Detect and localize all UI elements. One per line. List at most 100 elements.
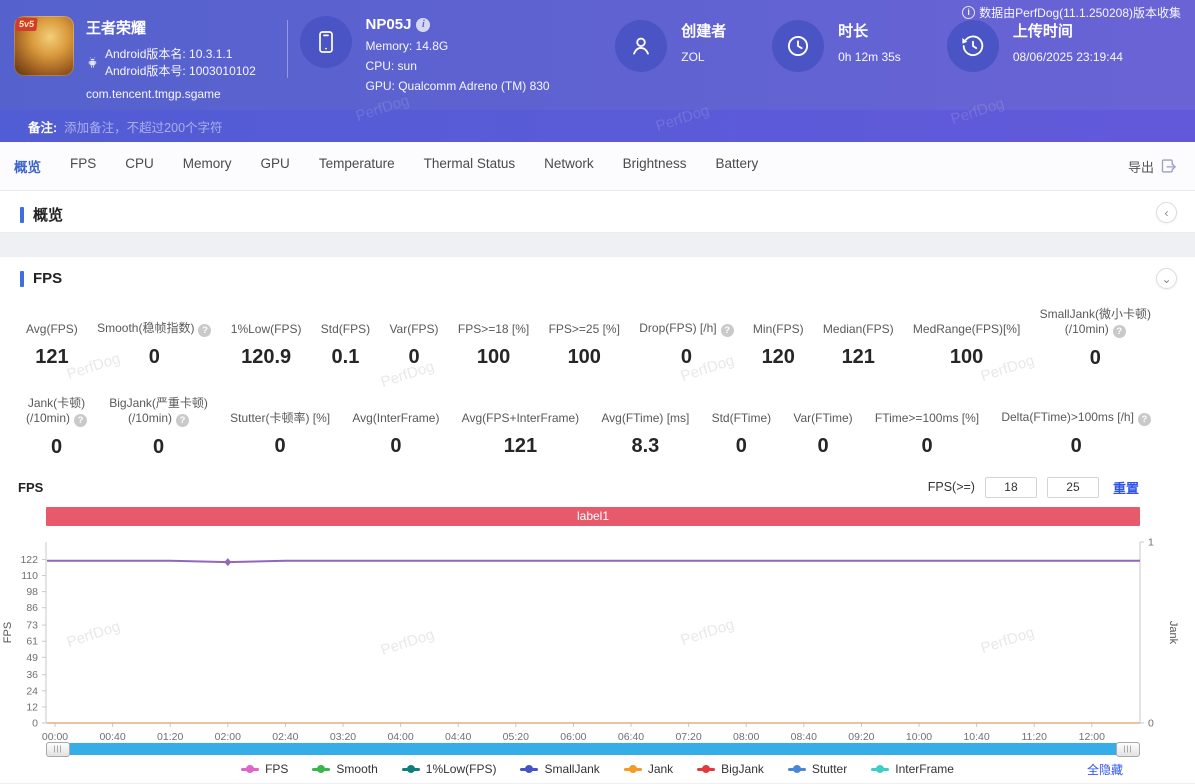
tab-Temperature[interactable]: Temperature	[319, 156, 395, 176]
scrollbar-track[interactable]	[46, 743, 1140, 755]
scrollbar-left-handle[interactable]	[46, 742, 70, 757]
svg-text:1: 1	[1148, 537, 1154, 549]
fps-threshold-input-2[interactable]	[1046, 476, 1099, 498]
stat-label: Median(FPS)	[822, 322, 894, 336]
svg-text:24: 24	[26, 685, 38, 697]
device-info-icon[interactable]: i	[416, 17, 431, 32]
stat-label: FPS>=25 [%]	[548, 322, 620, 336]
help-icon[interactable]: ?	[198, 324, 212, 337]
stat-label: 1%Low(FPS)	[230, 322, 302, 336]
stat-value: 0	[1070, 435, 1082, 457]
stat-label: Min(FPS)	[752, 322, 804, 336]
tab-概览[interactable]: 概览	[14, 156, 41, 176]
svg-text:06:00: 06:00	[560, 731, 586, 740]
phone-icon	[299, 16, 352, 68]
legend-BigJank[interactable]: BigJank	[697, 762, 764, 776]
reset-button[interactable]: 重置	[1113, 478, 1139, 497]
stat-label: Delta(FTime)>100ms [/h]?	[1001, 396, 1151, 426]
legend-InterFrame[interactable]: InterFrame	[871, 762, 954, 776]
tab-CPU[interactable]: CPU	[125, 156, 154, 176]
stat-value: 120.9	[241, 346, 292, 368]
device-memory: Memory: 14.8G	[365, 39, 449, 53]
stat-label: FPS>=18 [%]	[457, 322, 530, 336]
legend-marker	[520, 765, 539, 773]
stat-value: 100	[567, 346, 601, 368]
svg-text:10:40: 10:40	[963, 731, 989, 740]
stat-value: 0	[817, 435, 829, 457]
chart-label1-bar[interactable]: label1	[46, 507, 1140, 526]
note-input[interactable]: 备注: 添加备注，不超过200个字符	[0, 110, 1195, 142]
legend-label: Stutter	[811, 762, 848, 776]
svg-text:0: 0	[32, 718, 38, 730]
help-icon[interactable]: ?	[176, 414, 190, 427]
stat-item: Var(FTime) 0	[793, 396, 852, 459]
svg-text:02:00: 02:00	[215, 731, 241, 740]
svg-text:86: 86	[26, 602, 38, 614]
tab-Brightness[interactable]: Brightness	[623, 156, 687, 176]
legend-label: InterFrame	[895, 762, 954, 776]
legend-marker	[697, 765, 716, 773]
svg-text:11:20: 11:20	[1021, 731, 1047, 740]
stat-item: Min(FPS) 120	[753, 307, 804, 370]
stat-item: Avg(InterFrame) 0	[352, 396, 439, 459]
stat-value: 0	[1089, 347, 1101, 369]
help-icon[interactable]: ?	[74, 414, 88, 427]
game-app-icon: 5v5	[14, 16, 74, 76]
tab-Battery[interactable]: Battery	[715, 156, 758, 176]
legend-1%Low(FPS)[interactable]: 1%Low(FPS)	[401, 762, 497, 776]
svg-text:12: 12	[26, 701, 38, 713]
stat-value: 0	[408, 346, 420, 368]
section-gap	[0, 233, 1195, 257]
collapse-overview-button[interactable]: ‹	[1156, 202, 1177, 223]
stat-value: 0	[390, 435, 402, 457]
tab-FPS[interactable]: FPS	[70, 156, 96, 176]
fps-threshold-input-1[interactable]	[984, 476, 1037, 498]
stat-item: Jank(卡顿) (/10min)? 0	[26, 396, 88, 459]
legend-label: 1%Low(FPS)	[425, 762, 497, 776]
collect-note-text: 数据由PerfDog(11.1.250208)版本收集	[979, 6, 1181, 20]
svg-text:Jank: Jank	[1167, 621, 1179, 645]
tab-Memory[interactable]: Memory	[183, 156, 232, 176]
stat-value: 121	[503, 435, 538, 457]
svg-text:04:00: 04:00	[387, 731, 413, 740]
svg-text:73: 73	[26, 620, 38, 632]
duration-clock-icon	[772, 20, 825, 72]
stat-label: Avg(FPS)	[26, 322, 78, 336]
help-icon[interactable]: ?	[1112, 325, 1126, 338]
stat-value: 121	[841, 346, 875, 368]
svg-text:04:40: 04:40	[445, 731, 471, 740]
hide-all-button[interactable]: 全隐藏	[1087, 761, 1123, 778]
stat-label: Var(FTime)	[793, 411, 853, 425]
legend-label: Smooth	[336, 762, 378, 776]
scrollbar-right-handle[interactable]	[1116, 742, 1140, 757]
legend-Stutter[interactable]: Stutter	[787, 762, 848, 776]
stat-item: BigJank(严重卡顿) (/10min)? 0	[109, 396, 208, 459]
help-icon[interactable]: ?	[1137, 413, 1151, 426]
legend-label: SmallJank	[544, 762, 600, 776]
stat-value: 100	[949, 346, 984, 368]
upload-label: 上传时间	[1012, 23, 1073, 40]
note-label: 备注:	[28, 120, 58, 135]
legend-FPS[interactable]: FPS	[241, 762, 288, 776]
tab-GPU[interactable]: GPU	[261, 156, 290, 176]
help-icon[interactable]: ?	[720, 324, 734, 337]
tab-Thermal Status[interactable]: Thermal Status	[424, 156, 516, 176]
chart-scrollbar[interactable]	[46, 742, 1140, 757]
android-version-name: Android版本名: 10.3.1.1	[105, 47, 233, 61]
creator-value: ZOL	[681, 50, 705, 64]
export-button[interactable]: 导出	[1128, 142, 1177, 190]
legend-SmallJank[interactable]: SmallJank	[520, 762, 600, 776]
legend-marker	[871, 765, 890, 773]
android-icon	[88, 57, 97, 68]
collapse-fps-button[interactable]: ⌄	[1156, 268, 1177, 289]
chart-legend: FPS Smooth 1%Low(FPS) SmallJank Jank BigJank S…	[241, 761, 954, 777]
fps-chart[interactable]: 0 12 24 36 49 61 73 86 98 110 122 0 1 00:00 00:40 01:20…	[0, 526, 1195, 741]
stat-item: Delta(FTime)>100ms [/h]? 0	[1001, 396, 1151, 459]
svg-text:06:40: 06:40	[618, 731, 644, 740]
legend-Smooth[interactable]: Smooth	[312, 762, 378, 776]
creator-icon	[615, 20, 668, 72]
stat-item: MedRange(FPS)[%] 100	[913, 307, 1020, 370]
tab-Network[interactable]: Network	[544, 156, 594, 176]
legend-Jank[interactable]: Jank	[623, 762, 673, 776]
upload-value: 08/06/2025 23:19:44	[1012, 50, 1123, 64]
